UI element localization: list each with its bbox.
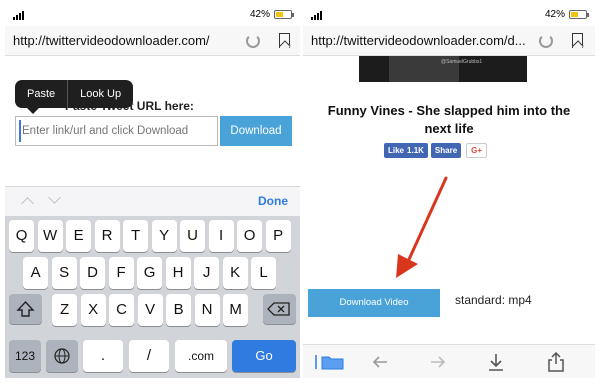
signal-icon (311, 11, 322, 20)
battery-icon (569, 10, 589, 19)
key-d[interactable]: D (80, 257, 106, 289)
backspace-icon (267, 302, 290, 316)
key-m[interactable]: M (223, 294, 249, 326)
address-bar[interactable]: http://twittervideodownloader.com/d... (303, 26, 595, 56)
facebook-share-button[interactable]: Share (430, 143, 462, 158)
key-h[interactable]: H (165, 257, 191, 289)
share-icon[interactable] (545, 351, 567, 373)
right-phone-screen: 42% http://twittervideodownloader.com/d.… (303, 6, 595, 378)
battery-percent: 42% (249, 9, 270, 20)
key-s[interactable]: S (51, 257, 77, 289)
battery-icon (274, 10, 294, 19)
url-text[interactable]: http://twittervideodownloader.com/ (13, 30, 233, 52)
key-c[interactable]: C (109, 294, 135, 326)
social-buttons: Like 1.1K Share G+ (384, 143, 488, 158)
download-icon[interactable] (485, 351, 507, 373)
key-f[interactable]: F (108, 257, 134, 289)
keyboard: 123 . / .com Go QWERTYUIOP ASDFGHJKL ZXCVB… (5, 216, 300, 378)
format-label: standard: mp4 (455, 293, 532, 307)
red-arrow-icon (396, 176, 448, 278)
thumbnail-caption: @SamuelGrubbs1 (441, 59, 483, 65)
key-l[interactable]: L (251, 257, 277, 289)
globe-icon (54, 348, 70, 364)
reload-icon[interactable] (246, 34, 260, 48)
key-g[interactable]: G (137, 257, 163, 289)
key-o[interactable]: O (237, 220, 263, 252)
go-key[interactable]: Go (232, 340, 296, 372)
shift-icon (16, 300, 35, 317)
bookmark-icon[interactable] (279, 33, 290, 48)
battery-fill (276, 12, 283, 17)
context-menu: Paste Look Up (15, 80, 134, 108)
facebook-like-button[interactable]: Like 1.1K (384, 143, 428, 158)
dotcom-key[interactable]: .com (175, 340, 227, 372)
key-q[interactable]: Q (9, 220, 35, 252)
google-plus-button[interactable]: G+ (466, 143, 488, 158)
forward-arrow-icon[interactable] (427, 351, 449, 373)
chevron-down-icon[interactable] (48, 191, 61, 204)
key-x[interactable]: X (80, 294, 106, 326)
done-button[interactable]: Done (258, 194, 288, 208)
back-arrow-icon[interactable] (369, 351, 391, 373)
screenshot-frame: 42% http://twittervideodownloader.com/ P… (0, 0, 600, 384)
like-label: Like (388, 146, 405, 155)
browser-toolbar (303, 344, 595, 378)
url-text[interactable]: http://twittervideodownloader.com/d... (311, 30, 533, 52)
signal-icon (13, 11, 24, 20)
backspace-key[interactable] (263, 294, 296, 324)
shift-key[interactable] (9, 294, 42, 324)
left-phone-screen: 42% http://twittervideodownloader.com/ P… (5, 6, 300, 378)
key-i[interactable]: I (208, 220, 234, 252)
like-count: 1.1K (407, 146, 424, 155)
key-n[interactable]: N (194, 294, 220, 326)
bookmark-icon[interactable] (572, 33, 583, 48)
video-title: Funny Vines - She slapped him into the n… (327, 103, 571, 136)
key-k[interactable]: K (222, 257, 248, 289)
address-bar[interactable]: http://twittervideodownloader.com/ (5, 26, 300, 56)
keyboard-accessory-bar: Done (5, 186, 300, 216)
chevron-up-icon[interactable] (21, 197, 34, 210)
numbers-key[interactable]: 123 (9, 340, 41, 372)
tweet-url-input[interactable] (15, 116, 218, 146)
context-menu-pointer (27, 108, 39, 114)
key-z[interactable]: Z (52, 294, 78, 326)
status-bar: 42% (5, 6, 300, 24)
key-u[interactable]: U (180, 220, 206, 252)
slash-key[interactable]: / (129, 340, 169, 372)
key-y[interactable]: Y (151, 220, 177, 252)
battery-percent: 42% (544, 9, 565, 20)
key-j[interactable]: J (194, 257, 220, 289)
key-r[interactable]: R (94, 220, 120, 252)
text-cursor (19, 120, 21, 142)
key-p[interactable]: P (265, 220, 291, 252)
globe-key[interactable] (46, 340, 78, 372)
video-thumbnail[interactable]: @SamuelGrubbs1 (359, 56, 527, 82)
download-button[interactable]: Download (220, 116, 292, 146)
paste-menu-item[interactable]: Paste (15, 80, 67, 108)
look-up-menu-item[interactable]: Look Up (68, 80, 133, 108)
battery-fill (571, 12, 578, 17)
key-b[interactable]: B (166, 294, 192, 326)
status-bar: 42% (303, 6, 595, 24)
period-key[interactable]: . (83, 340, 123, 372)
key-w[interactable]: W (37, 220, 63, 252)
key-t[interactable]: T (123, 220, 149, 252)
key-e[interactable]: E (66, 220, 92, 252)
download-video-button[interactable]: Download Video (308, 289, 440, 317)
reload-icon[interactable] (539, 34, 553, 48)
key-v[interactable]: V (137, 294, 163, 326)
key-a[interactable]: A (23, 257, 49, 289)
folder-icon[interactable] (313, 351, 347, 373)
